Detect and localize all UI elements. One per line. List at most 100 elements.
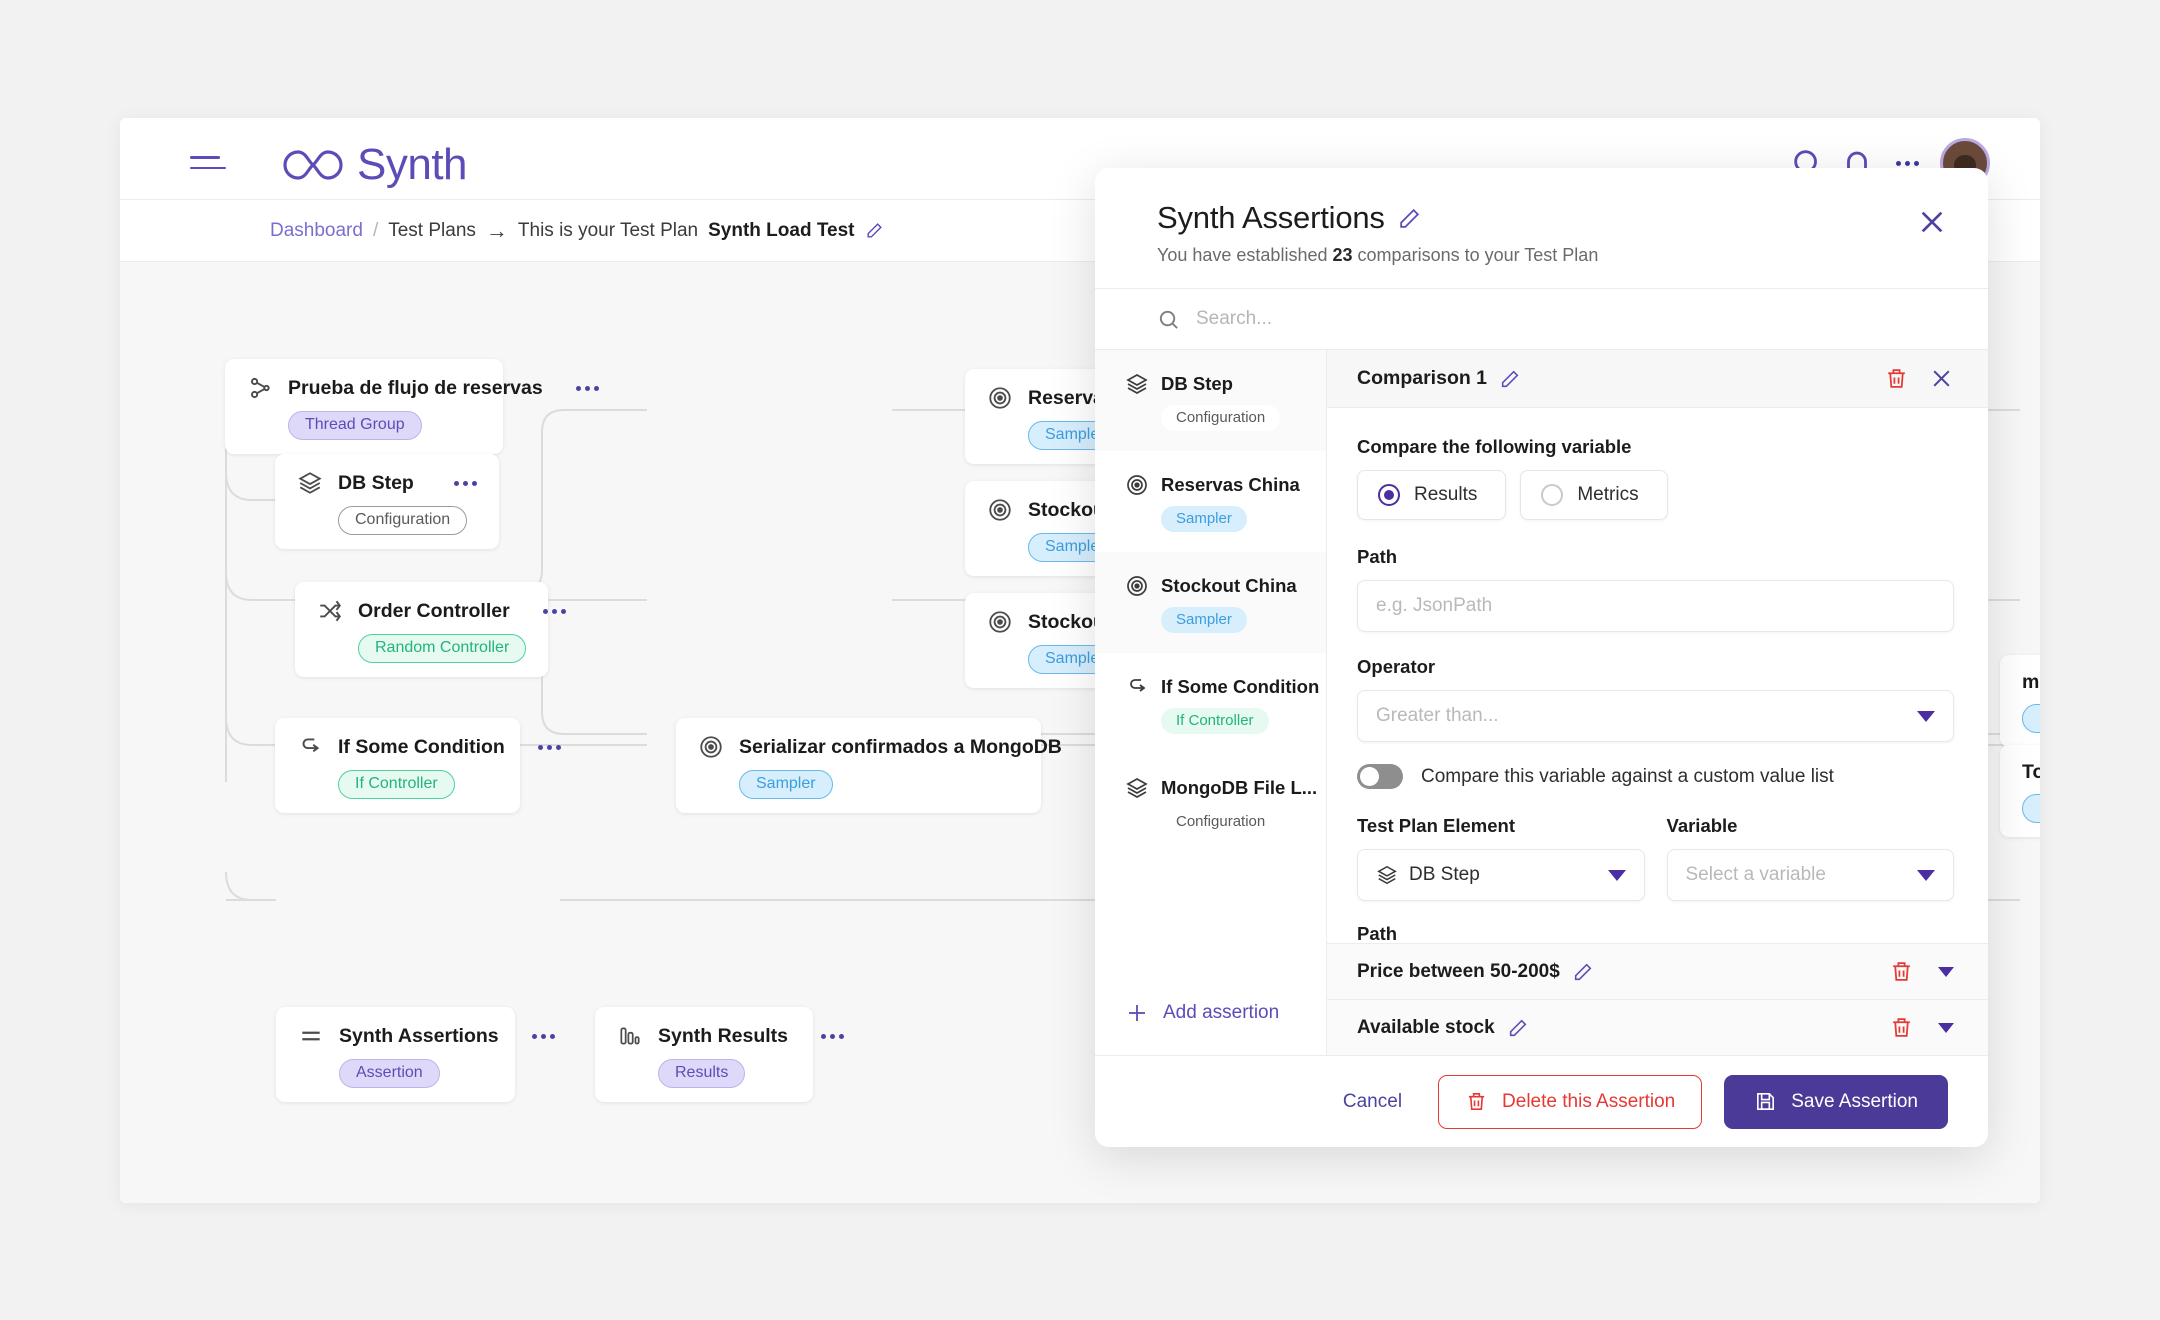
- chevron-down-icon: [1917, 710, 1935, 722]
- flow-node-clipped-topic[interactable]: Topic T Samp: [2000, 745, 2040, 837]
- modal-title-row: Synth Assertions: [1157, 200, 1948, 236]
- flow-node-order-controller[interactable]: Order Controller Random Controller: [295, 582, 566, 677]
- flow-node-thread-group[interactable]: Prueba de flujo de reservas Thread Group: [225, 359, 599, 454]
- node-badge: Assertion: [339, 1059, 440, 1088]
- node-badge: Random Controller: [358, 634, 527, 663]
- sidebar-item-badge: Sampler: [1161, 607, 1247, 633]
- radio-results-label: Results: [1414, 484, 1478, 505]
- node-menu-icon[interactable]: [803, 1033, 845, 1039]
- radio-metrics[interactable]: Metrics: [1520, 470, 1668, 520]
- add-assertion-label: Add assertion: [1163, 1002, 1280, 1023]
- pencil-icon[interactable]: [1397, 206, 1422, 231]
- sidebar-item-db-step[interactable]: DB Step Configuration: [1095, 350, 1326, 451]
- cancel-button[interactable]: Cancel: [1329, 1081, 1416, 1123]
- assertion-icon: [302, 1031, 320, 1041]
- layers-icon: [1126, 374, 1148, 394]
- sidebar-item-badge: Configuration: [1161, 809, 1281, 835]
- flow-node-serializar-mongodb[interactable]: Serializar confirmados a MongoDB Sampler: [676, 718, 1118, 813]
- close-icon[interactable]: [1929, 366, 1954, 391]
- assertion-element-list: DB Step Configuration Reservas China Sam…: [1095, 350, 1326, 971]
- variable-label: Variable: [1666, 815, 1738, 836]
- target-icon: [989, 499, 1011, 521]
- node-menu-icon[interactable]: [525, 608, 566, 614]
- collapsed-assertion-stock[interactable]: Available stock: [1327, 999, 1988, 1055]
- flow-node-title: Synth Assertions: [339, 1024, 499, 1047]
- branch-icon: [302, 738, 320, 753]
- synth-logo-icon: [283, 150, 343, 180]
- radio-results-indicator: [1378, 484, 1400, 506]
- test-plan-element-value: DB Step: [1409, 864, 1480, 885]
- chevron-down-icon[interactable]: [1938, 1022, 1954, 1033]
- sidebar-item-badge: Sampler: [1161, 506, 1247, 532]
- pencil-icon[interactable]: [1499, 368, 1521, 390]
- breadcrumb-test-plans[interactable]: Test Plans: [388, 220, 476, 242]
- custom-value-list-label: Compare this variable against a custom v…: [1421, 765, 1834, 787]
- search-bar[interactable]: [1095, 288, 1988, 350]
- flow-node-synth-results[interactable]: Synth Results Results: [595, 1007, 845, 1102]
- subtitle-suffix: comparisons to your Test Plan: [1357, 245, 1599, 265]
- sidebar-item-mongodb-file-loader[interactable]: MongoDB File L... Configuration: [1095, 754, 1326, 855]
- compare-variable-label: Compare the following variable: [1357, 436, 1632, 457]
- flow-node-title: DB Step: [338, 471, 414, 494]
- target-icon: [1127, 576, 1147, 596]
- target-icon: [989, 387, 1011, 409]
- node-badge: Results: [658, 1059, 746, 1088]
- delete-assertion-button[interactable]: Delete this Assertion: [1438, 1074, 1703, 1129]
- logo-text: Synth: [357, 140, 468, 189]
- trash-icon[interactable]: [1889, 959, 1914, 984]
- hamburger-icon[interactable]: [190, 156, 226, 170]
- flow-node-if-condition[interactable]: If Some Condition If Controller: [275, 718, 561, 813]
- path-input[interactable]: e.g. JsonPath: [1357, 580, 1954, 632]
- search-input[interactable]: [1196, 308, 1796, 330]
- trash-icon[interactable]: [1889, 1015, 1914, 1040]
- sidebar-item-if-some-condition[interactable]: If Some Condition If Controller: [1095, 653, 1326, 754]
- breadcrumb-dashboard[interactable]: Dashboard: [270, 220, 363, 242]
- collapsed-assertion-price[interactable]: Price between 50-200$: [1327, 943, 1988, 999]
- plus-icon: [1129, 1005, 1145, 1021]
- pencil-icon[interactable]: [1572, 961, 1594, 983]
- flow-node-synth-assertions[interactable]: Synth Assertions Assertion: [276, 1007, 555, 1102]
- radio-metrics-label: Metrics: [1577, 484, 1639, 505]
- close-icon[interactable]: [1916, 206, 1948, 238]
- chevron-down-icon: [1607, 869, 1626, 881]
- flow-node-db-step[interactable]: DB Step Configuration: [275, 454, 499, 549]
- branch-icon: [1130, 679, 1146, 692]
- add-assertion-button[interactable]: Add assertion: [1095, 971, 1326, 1055]
- collapsed-assertion-title: Price between 50-200$: [1357, 960, 1560, 982]
- flow-node-title: Synth Results: [658, 1024, 789, 1047]
- custom-value-list-toggle-row: Compare this variable against a custom v…: [1357, 764, 1954, 789]
- test-plan-element-select[interactable]: DB Step: [1357, 849, 1645, 901]
- save-assertion-button[interactable]: Save Assertion: [1724, 1074, 1948, 1129]
- sidebar-item-badge: If Controller: [1161, 708, 1269, 734]
- pencil-icon[interactable]: [1507, 1017, 1529, 1039]
- trash-icon[interactable]: [1884, 366, 1909, 391]
- sidebar-item-badge: Configuration: [1161, 405, 1281, 431]
- flow-node-clipped-mload[interactable]: mLoad Samp: [2000, 655, 2040, 747]
- node-menu-icon[interactable]: [520, 744, 561, 750]
- flow-node-title: mLoad: [2022, 671, 2040, 693]
- target-icon: [700, 736, 722, 758]
- variable-type-radio-group: Results Metrics: [1357, 470, 1954, 520]
- radio-results[interactable]: Results: [1357, 470, 1507, 520]
- path2-label: Path: [1357, 923, 1398, 943]
- save-assertion-label: Save Assertion: [1791, 1090, 1918, 1112]
- modal-title: Synth Assertions: [1157, 200, 1385, 235]
- sidebar-item-reservas-china[interactable]: Reservas China Sampler: [1095, 451, 1326, 552]
- breadcrumb-separator: /: [372, 219, 379, 241]
- chevron-down-icon[interactable]: [1938, 966, 1954, 977]
- flow-node-title: Topic T: [2022, 761, 2040, 783]
- operator-select[interactable]: Greater than...: [1357, 690, 1954, 742]
- variable-select[interactable]: Select a variable: [1666, 849, 1954, 901]
- flow-node-title: Order Controller: [358, 599, 510, 622]
- pencil-icon[interactable]: [865, 221, 884, 240]
- node-menu-icon[interactable]: [558, 385, 599, 391]
- layers-icon: [1377, 865, 1397, 885]
- node-menu-icon[interactable]: [514, 1033, 555, 1039]
- element-variable-row: Test Plan Element DB Step Variable Selec…: [1357, 815, 1954, 923]
- modal-footer: Cancel Delete this Assertion Save Assert…: [1095, 1055, 1988, 1147]
- node-menu-icon[interactable]: [436, 480, 477, 486]
- node-badge: If Controller: [338, 770, 455, 799]
- custom-value-list-toggle[interactable]: [1357, 764, 1403, 789]
- node-badge: Thread Group: [288, 411, 422, 440]
- sidebar-item-stockout-china[interactable]: Stockout China Sampler: [1095, 552, 1326, 653]
